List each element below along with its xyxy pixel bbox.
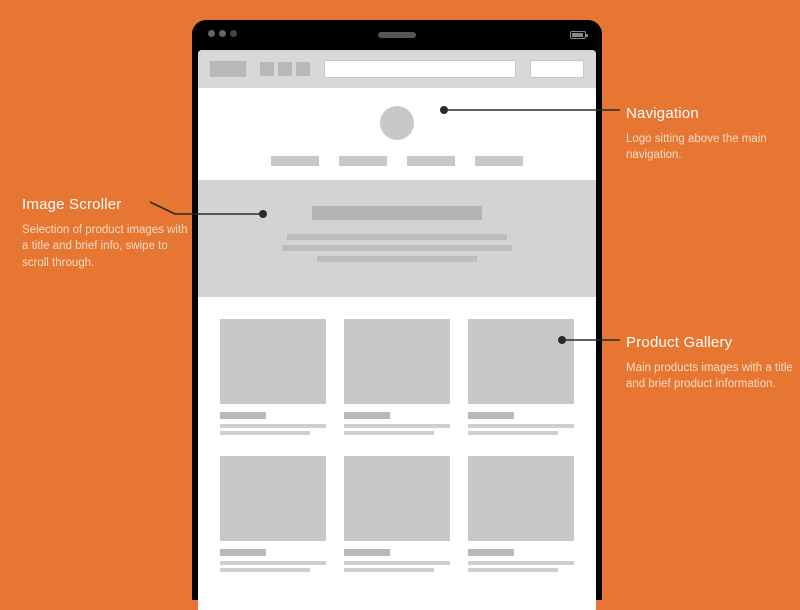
product-image-placeholder	[344, 456, 450, 541]
status-bar	[206, 36, 588, 40]
tab-placeholder[interactable]	[260, 62, 274, 76]
product-title-placeholder	[344, 549, 390, 556]
product-card[interactable]	[344, 456, 450, 575]
annotation-title: Navigation	[626, 103, 796, 125]
product-card[interactable]	[220, 319, 326, 438]
annotation-title: Product Gallery	[626, 332, 796, 354]
product-title-placeholder	[468, 412, 514, 419]
speaker-notch	[378, 32, 416, 38]
product-text-line	[344, 561, 450, 565]
annotation-desc: Logo sitting above the main navigation.	[626, 131, 796, 164]
product-text-line	[220, 431, 310, 435]
product-title-placeholder	[344, 412, 390, 419]
nav-links	[198, 156, 596, 166]
navigation-section	[198, 88, 596, 180]
scroller-text-line	[282, 245, 512, 251]
battery-icon	[570, 31, 586, 39]
product-text-line	[220, 568, 310, 572]
product-text-line	[344, 431, 434, 435]
product-title-placeholder	[468, 549, 514, 556]
logo-placeholder[interactable]	[380, 106, 414, 140]
product-image-placeholder	[344, 319, 450, 404]
product-card[interactable]	[468, 319, 574, 438]
product-card[interactable]	[220, 456, 326, 575]
window-controls	[208, 30, 237, 37]
product-text-line	[344, 568, 434, 572]
product-card[interactable]	[344, 319, 450, 438]
product-text-line	[220, 561, 326, 565]
product-title-placeholder	[220, 412, 266, 419]
toolbar-brand-block	[210, 61, 246, 77]
nav-link[interactable]	[271, 156, 319, 166]
product-image-placeholder	[468, 456, 574, 541]
screen	[198, 50, 596, 610]
product-card[interactable]	[468, 456, 574, 575]
nav-link[interactable]	[475, 156, 523, 166]
product-gallery-section	[198, 297, 596, 575]
product-text-line	[468, 568, 558, 572]
nav-link[interactable]	[407, 156, 455, 166]
product-image-placeholder	[468, 319, 574, 404]
product-text-line	[220, 424, 326, 428]
image-scroller-section[interactable]	[198, 180, 596, 297]
address-bar[interactable]	[324, 60, 516, 78]
scroller-text-line	[317, 256, 477, 262]
tab-placeholder[interactable]	[278, 62, 292, 76]
product-title-placeholder	[220, 549, 266, 556]
browser-toolbar	[198, 50, 596, 88]
device-frame	[192, 20, 602, 600]
product-text-line	[468, 424, 574, 428]
toolbar-button[interactable]	[530, 60, 584, 78]
toolbar-tabs	[260, 62, 310, 76]
scroller-title-placeholder	[312, 206, 482, 220]
annotation-product-gallery: Product Gallery Main products images wit…	[626, 332, 796, 393]
nav-link[interactable]	[339, 156, 387, 166]
product-text-line	[344, 424, 450, 428]
annotation-title: Image Scroller	[22, 194, 192, 216]
tab-placeholder[interactable]	[296, 62, 310, 76]
annotation-desc: Selection of product images with a title…	[22, 222, 192, 272]
annotation-desc: Main products images with a title and br…	[626, 360, 796, 393]
annotation-navigation: Navigation Logo sitting above the main n…	[626, 103, 796, 164]
product-text-line	[468, 431, 558, 435]
product-image-placeholder	[220, 456, 326, 541]
product-text-line	[468, 561, 574, 565]
annotation-image-scroller: Image Scroller Selection of product imag…	[22, 194, 192, 272]
scroller-text-line	[287, 234, 507, 240]
product-image-placeholder	[220, 319, 326, 404]
